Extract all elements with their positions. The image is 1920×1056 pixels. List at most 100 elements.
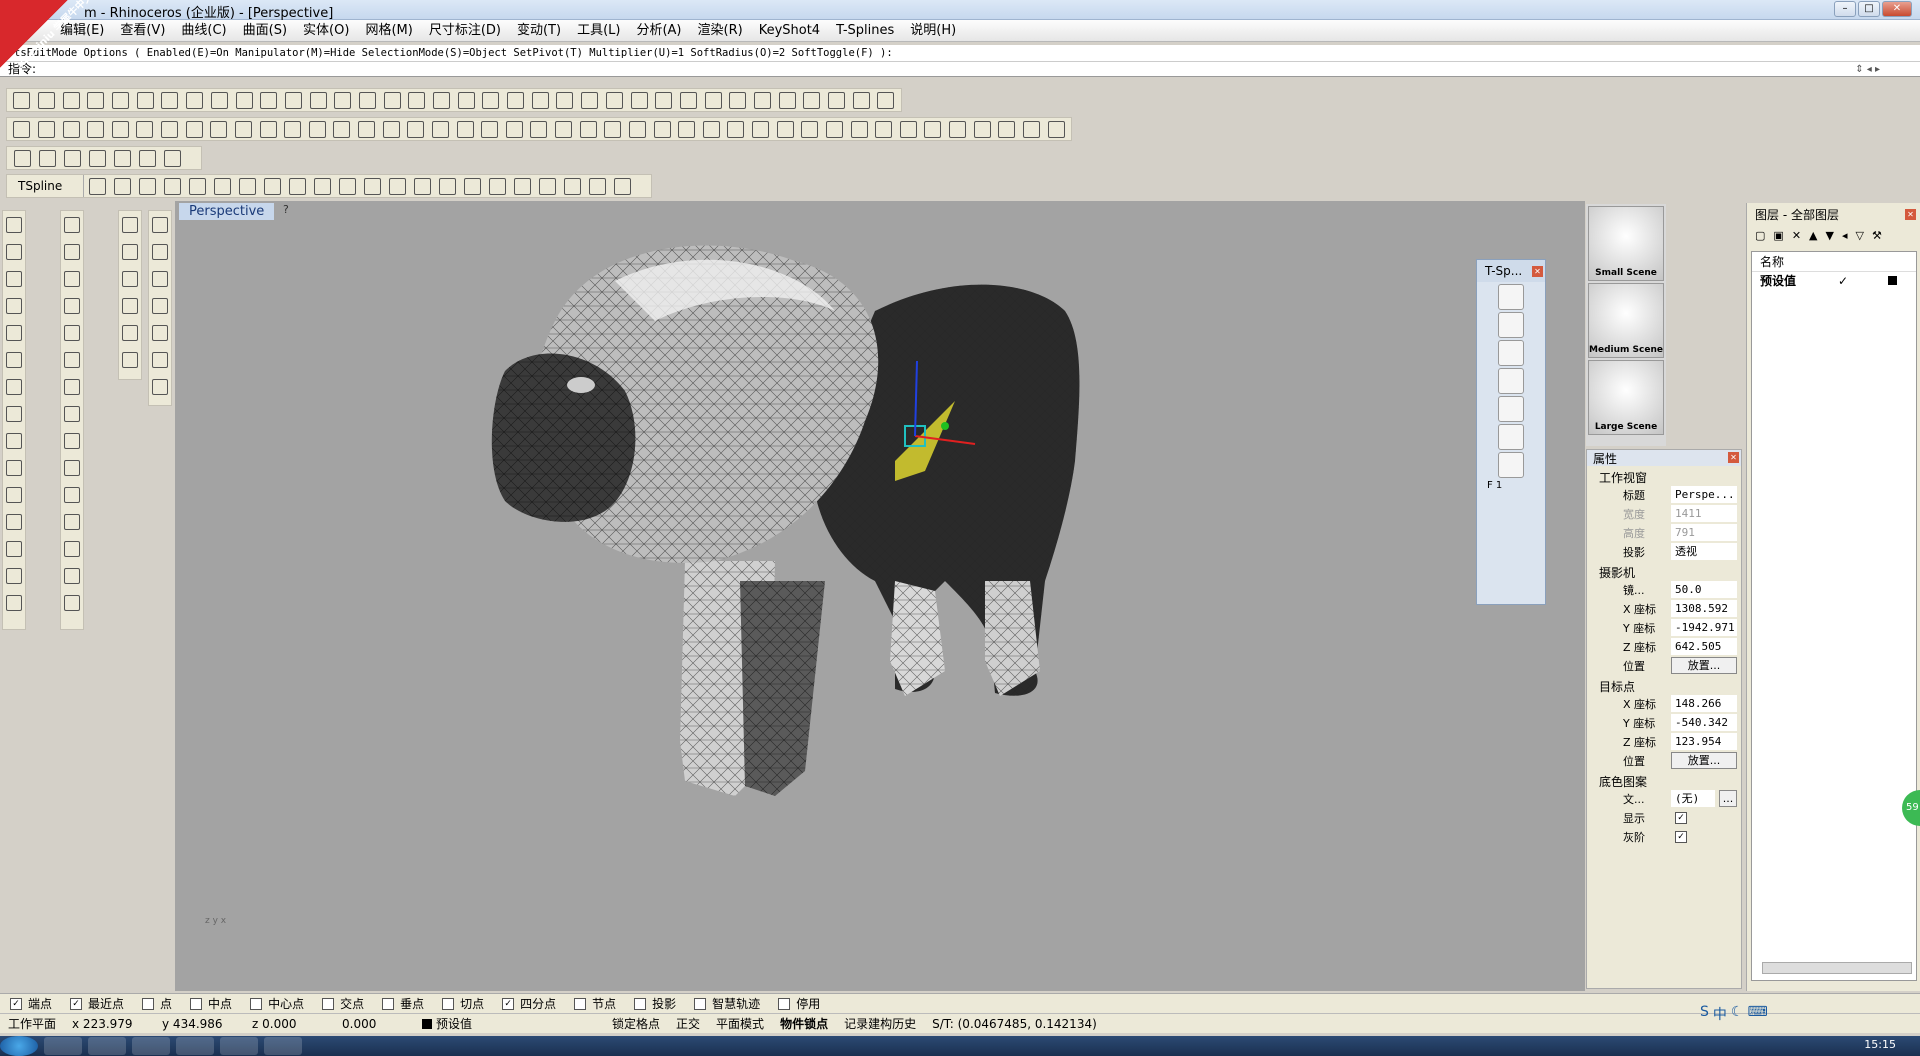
osnap-checkbox[interactable]: ✓ [70, 997, 83, 1010]
main-right-tool-icon[interactable] [61, 535, 83, 562]
osnap-5[interactable]: 交点 [322, 995, 364, 1012]
tspline-tab-tool-icon[interactable] [110, 175, 134, 197]
wrench-icon[interactable]: ⚒ [1872, 229, 1882, 242]
tspline-tab-tool-icon[interactable] [235, 175, 259, 197]
tspline-tab-tool-icon[interactable] [435, 175, 459, 197]
delete-layer-icon[interactable]: ✕ [1792, 229, 1801, 242]
small-tool-icon[interactable] [10, 147, 34, 169]
standard-tool-icon[interactable] [528, 89, 552, 111]
standard-tool-icon[interactable] [751, 89, 775, 111]
tsplines-delete-button[interactable] [1498, 424, 1524, 450]
standard-tool-icon[interactable] [874, 89, 898, 111]
main-left-tool-icon[interactable] [3, 400, 25, 427]
camera-x-field[interactable]: 1308.592 [1671, 600, 1737, 617]
tspline-tab-tool-icon[interactable] [85, 175, 109, 197]
tspline-tab-tool-icon[interactable] [585, 175, 609, 197]
tsplines-tool-icon[interactable] [946, 118, 970, 140]
standard-tool-icon[interactable] [578, 89, 602, 111]
layer-color-swatch[interactable] [1888, 276, 1897, 285]
menu-tools[interactable]: 工具(L) [569, 20, 628, 42]
standard-tool-icon[interactable] [553, 89, 577, 111]
osnap-checkbox[interactable] [634, 997, 647, 1010]
main-right-tool-icon[interactable] [61, 211, 83, 238]
wallpaper-browse-button[interactable]: ... [1719, 790, 1737, 807]
small-tool-icon[interactable] [110, 147, 134, 169]
osnap-6[interactable]: 垂点 [382, 995, 424, 1012]
tsplines-tool-icon[interactable] [10, 118, 34, 140]
tsplines-tool-icon[interactable] [379, 118, 403, 140]
ime-moon-icon[interactable]: ☾ [1731, 1004, 1744, 1024]
osnap-3[interactable]: 中点 [190, 995, 232, 1012]
tsplines-tool-icon[interactable] [109, 118, 133, 140]
camera-place-button[interactable]: 放置... [1671, 657, 1737, 674]
tsplines-tool-icon[interactable] [970, 118, 994, 140]
taskbar-app[interactable] [44, 1037, 82, 1055]
small-tool-icon[interactable] [135, 147, 159, 169]
tspline-tab-tool-icon[interactable] [310, 175, 334, 197]
main-right-tool-icon[interactable] [61, 400, 83, 427]
main-right-tool-icon[interactable] [61, 562, 83, 589]
tsplines-tool-icon[interactable] [281, 118, 305, 140]
standard-tool-icon[interactable] [35, 89, 59, 111]
main-left-tool-icon[interactable] [3, 211, 25, 238]
osnap-checkbox[interactable] [322, 997, 335, 1010]
camera-y-field[interactable]: -1942.971 [1671, 619, 1737, 636]
main-left-tool-icon[interactable] [3, 481, 25, 508]
tsplines-tool-icon[interactable] [158, 118, 182, 140]
standard-tool-icon[interactable] [677, 89, 701, 111]
taskbar-app[interactable] [176, 1037, 214, 1055]
menu-dimension[interactable]: 尺寸标注(D) [421, 20, 509, 42]
small-tool-icon[interactable] [160, 147, 184, 169]
tspline-tab-tool-icon[interactable] [360, 175, 384, 197]
target-place-button[interactable]: 放置... [1671, 752, 1737, 769]
main-right-tool-icon[interactable] [61, 427, 83, 454]
standard-tool-icon[interactable] [109, 89, 133, 111]
tsplines-panel-close-icon[interactable]: ✕ [1532, 266, 1543, 277]
status-planar[interactable]: 平面模式 [708, 1015, 772, 1032]
tspline-tab-tool-icon[interactable] [535, 175, 559, 197]
tsplines-tool-icon[interactable] [1020, 118, 1044, 140]
main-right-tool-icon[interactable] [61, 346, 83, 373]
tsplines-tool-icon[interactable] [675, 118, 699, 140]
standard-tool-icon[interactable] [282, 89, 306, 111]
standard-tool-icon[interactable] [504, 89, 528, 111]
tsplines-tool-icon[interactable] [133, 118, 157, 140]
start-button[interactable] [0, 1036, 38, 1056]
tspline-tab-tool-icon[interactable] [385, 175, 409, 197]
menu-solid[interactable]: 实体(O) [295, 20, 357, 42]
standard-tool-icon[interactable] [479, 89, 503, 111]
projection-select[interactable]: 透视 [1671, 543, 1737, 560]
tsplines-tool-icon[interactable] [355, 118, 379, 140]
menu-curve[interactable]: 曲线(C) [173, 20, 234, 42]
tsplines-tool-icon[interactable] [995, 118, 1019, 140]
points-tool-icon[interactable] [119, 238, 141, 265]
standard-tool-icon[interactable] [331, 89, 355, 111]
tsplines-tool-icon[interactable] [626, 118, 650, 140]
medium-scene-thumb[interactable]: Medium Scene [1588, 283, 1664, 358]
tspline-tab-tool-icon[interactable] [510, 175, 534, 197]
standard-tool-icon[interactable] [133, 89, 157, 111]
tspline-primitive-tool-icon[interactable] [149, 292, 171, 319]
tsplines-tool-icon[interactable] [453, 118, 477, 140]
menu-render[interactable]: 渲染(R) [690, 20, 751, 42]
menu-view[interactable]: 查看(V) [112, 20, 173, 42]
main-left-tool-icon[interactable] [3, 319, 25, 346]
tsplines-tool-icon[interactable] [527, 118, 551, 140]
maximize-button[interactable]: □ [1858, 1, 1880, 17]
tspline-primitive-tool-icon[interactable] [149, 373, 171, 400]
taskbar-app[interactable] [132, 1037, 170, 1055]
main-left-tool-icon[interactable] [3, 346, 25, 373]
main-left-tool-icon[interactable] [3, 265, 25, 292]
standard-tool-icon[interactable] [627, 89, 651, 111]
tsplines-tool-icon[interactable] [576, 118, 600, 140]
tsplines-tool-icon[interactable] [601, 118, 625, 140]
taskbar-app[interactable] [88, 1037, 126, 1055]
standard-tool-icon[interactable] [405, 89, 429, 111]
tspline-tab-tool-icon[interactable] [185, 175, 209, 197]
tsplines-tool-icon[interactable] [478, 118, 502, 140]
osnap-8[interactable]: ✓ 四分点 [502, 995, 556, 1012]
tsplines-tool-icon[interactable] [921, 118, 945, 140]
show-checkbox[interactable]: ✓ [1675, 811, 1687, 824]
tsplines-settings-button[interactable] [1498, 452, 1524, 478]
standard-tool-icon[interactable] [775, 89, 799, 111]
